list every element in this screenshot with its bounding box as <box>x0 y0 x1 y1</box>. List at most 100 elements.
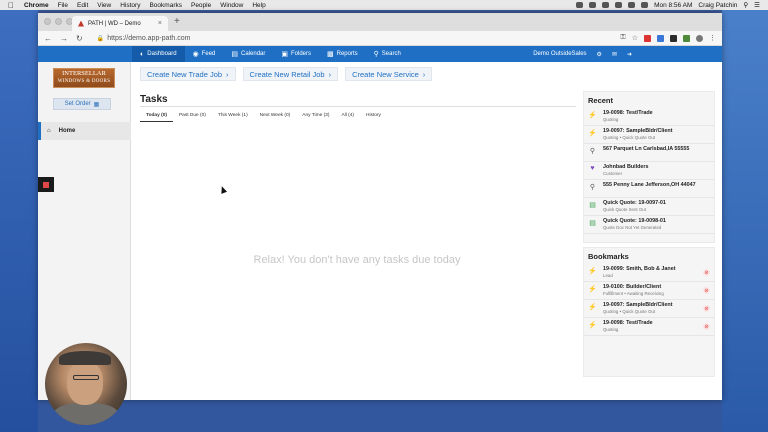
menu-history[interactable]: History <box>120 2 140 9</box>
nav-reports[interactable]: ▩ Reports <box>319 46 366 62</box>
nav-label: Reports <box>336 51 358 57</box>
bookmark-item[interactable]: ⚡ 19-0099: Smith, Bob & Janet Lead ⊘ <box>584 264 714 282</box>
nav-folders[interactable]: ▣ Folders <box>273 46 319 62</box>
bolt-icon: ⚡ <box>588 322 597 329</box>
forward-icon[interactable]: → <box>60 34 68 43</box>
tab-past-due[interactable]: Past Due (0) <box>173 113 212 122</box>
menu-edit[interactable]: Edit <box>77 2 88 9</box>
spotlight-icon[interactable]: ⚲ <box>743 1 748 9</box>
apple-icon[interactable]:  <box>8 1 14 10</box>
logo-line2: WINDOWS & DOORS <box>57 79 111 84</box>
tray-icon[interactable] <box>602 2 610 8</box>
back-icon[interactable]: ← <box>44 34 52 43</box>
nav-label: Dashboard <box>147 51 177 57</box>
divider <box>140 106 576 107</box>
recent-item[interactable]: ⚲ 567 Parquet Ln Carlsbad,IA 55555 <box>584 144 714 162</box>
extension-icon[interactable] <box>670 34 677 42</box>
new-tab-button[interactable]: + <box>174 16 180 27</box>
menu-view[interactable]: View <box>97 2 111 9</box>
bookmark-item[interactable]: ⚡ 19-0100: Builder/Client Fulfillment • A… <box>584 282 714 300</box>
battery-icon[interactable] <box>641 2 649 8</box>
tab-next-week[interactable]: Next Week (0) <box>254 113 297 122</box>
extension-icon[interactable] <box>644 34 651 42</box>
item-subtitle: Fulfillment • Awaiting Receiving <box>603 290 664 296</box>
tab-any-time[interactable]: Any Time (3) <box>296 113 335 122</box>
dashboard-icon: ◐ <box>140 50 145 58</box>
volume-icon[interactable] <box>628 2 636 8</box>
nav-feed[interactable]: ◉ Feed <box>185 46 224 62</box>
presenter-shirt <box>53 403 119 425</box>
recent-item[interactable]: ⚡ 19-0098: Test/Trade Quoting <box>584 108 714 126</box>
remove-bookmark-icon[interactable]: ⊘ <box>703 323 710 330</box>
star-icon[interactable]: ☆ <box>632 34 638 42</box>
menu-window[interactable]: Window <box>220 2 243 9</box>
home-icon: ⌂ <box>47 128 51 134</box>
account-name[interactable]: Demo OutsideSales <box>533 51 586 57</box>
close-tab-icon[interactable]: × <box>158 20 162 27</box>
item-title: 555 Penny Lane Jefferson,OH 44047 <box>603 182 696 188</box>
window-controls <box>44 18 73 25</box>
menubar-clock[interactable]: Mon 8:56 AM <box>654 2 692 9</box>
recent-item[interactable]: ⚡ 19-0097: SampleBldr/Client Quoting • Qu… <box>584 126 714 144</box>
recent-item[interactable]: ⚲ 555 Penny Lane Jefferson,OH 44047 <box>584 180 714 198</box>
settings-gear-icon[interactable]: ⚙ <box>597 51 602 58</box>
remove-bookmark-icon[interactable]: ⊘ <box>703 305 710 312</box>
browser-tab[interactable]: PATH | WD – Demo × <box>72 16 168 31</box>
key-icon[interactable]: ⚿ <box>620 34 625 42</box>
button-label: Create New Trade Job <box>147 69 223 79</box>
browser-window: PATH | WD – Demo × + ← → ↻ 🔒 https://dem… <box>38 13 722 400</box>
create-trade-job-button[interactable]: Create New Trade Job › <box>140 67 236 81</box>
url-field[interactable]: 🔒 https://demo.app-path.com <box>97 35 191 42</box>
menu-list-icon[interactable]: ☰ <box>754 1 760 9</box>
chat-icon[interactable]: ✉ <box>612 51 617 58</box>
bookmark-item[interactable]: ⚡ 19-0098: Test/Trade Quoting ⊘ <box>584 318 714 336</box>
close-window-button[interactable] <box>44 18 51 25</box>
item-subtitle: Quoting <box>603 326 619 332</box>
reload-icon[interactable]: ↻ <box>76 34 83 43</box>
recent-item[interactable]: ▤ Quick Quote: 19-0097-01 Quick Quote Sen… <box>584 198 714 216</box>
presenter-hat <box>59 351 111 365</box>
create-service-button[interactable]: Create New Service › <box>345 67 433 81</box>
tray-icon[interactable] <box>589 2 597 8</box>
webcam-overlay <box>45 343 127 425</box>
extension-icon[interactable] <box>657 34 664 42</box>
grid-icon: ▦ <box>93 101 100 108</box>
tab-today[interactable]: Today (0) <box>140 113 173 122</box>
recent-item[interactable]: ▤ Quick Quote: 19-0098-01 Quote Doc Not Y… <box>584 216 714 234</box>
nav-label: Feed <box>201 51 216 57</box>
kebab-menu-icon[interactable]: ⋮ <box>709 34 716 42</box>
nav-calendar[interactable]: ▤ Calendar <box>223 46 273 62</box>
create-retail-job-button[interactable]: Create New Retail Job › <box>242 67 339 81</box>
set-order-button[interactable]: Set Order ▦ <box>53 98 111 110</box>
tray-icon[interactable] <box>576 2 584 8</box>
stop-icon <box>43 181 49 188</box>
minimize-window-button[interactable] <box>55 18 62 25</box>
bookmark-item[interactable]: ⚡ 19-0097: SampleBldr/Client Quoting • Qu… <box>584 300 714 318</box>
recent-heading: Recent <box>588 96 614 105</box>
item-subtitle: Quoting • Quick Quote Out <box>603 134 656 140</box>
wifi-icon[interactable] <box>615 2 623 8</box>
doc-icon: ▤ <box>589 202 596 209</box>
nav-dashboard[interactable]: ◐ Dashboard <box>132 46 185 62</box>
tab-all[interactable]: All (4) <box>335 113 360 122</box>
tab-this-week[interactable]: This Week (1) <box>212 113 254 122</box>
record-indicator[interactable] <box>38 177 54 192</box>
logo-line1: INTERSELLAR <box>62 70 106 77</box>
menu-help[interactable]: Help <box>252 2 265 9</box>
nav-search[interactable]: ⚲ Search <box>366 46 409 62</box>
desktop-background <box>722 10 768 432</box>
menubar-app-name[interactable]: Chrome <box>24 2 49 9</box>
logout-icon[interactable]: ➜ <box>627 51 632 58</box>
menu-people[interactable]: People <box>191 2 211 9</box>
tab-history[interactable]: History <box>360 113 387 122</box>
extension-icon[interactable] <box>683 34 690 42</box>
profile-avatar[interactable] <box>696 34 703 42</box>
remove-bookmark-icon[interactable]: ⊘ <box>703 269 710 276</box>
company-logo[interactable]: INTERSELLAR WINDOWS & DOORS <box>53 68 115 88</box>
remove-bookmark-icon[interactable]: ⊘ <box>703 287 710 294</box>
recent-item[interactable]: ♥ Johnbad Builders Customer <box>584 162 714 180</box>
menu-file[interactable]: File <box>58 2 68 9</box>
menubar-user[interactable]: Craig Patchin <box>698 2 737 9</box>
menu-bookmarks[interactable]: Bookmarks <box>149 2 182 9</box>
sidebar-item-home[interactable]: ⌂ Home <box>38 122 131 140</box>
